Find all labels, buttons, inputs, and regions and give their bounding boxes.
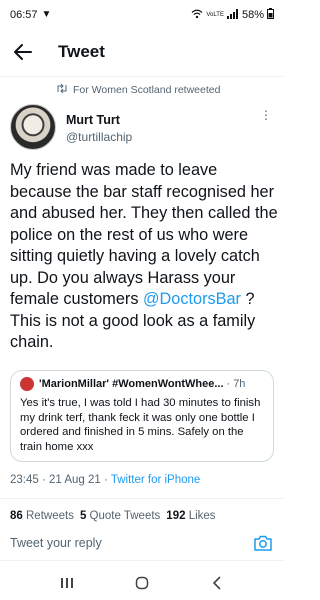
author-handle[interactable]: @turtillachip (66, 130, 132, 144)
camera-button[interactable] (252, 532, 274, 554)
battery-level: 58% (241, 9, 264, 21)
volte-label: VoLTE (206, 12, 224, 18)
more-options-icon[interactable]: ⋮ (260, 108, 272, 122)
back-button[interactable] (12, 41, 34, 63)
system-back-button[interactable] (205, 571, 229, 595)
quoted-avatar (20, 377, 34, 391)
retweets-count: 86 (10, 510, 23, 522)
quoted-time: 7h (233, 378, 246, 390)
quotes-stat[interactable]: 5 Quote Tweets (80, 510, 160, 522)
tweet-text-part1: My friend was made to leave because the … (10, 161, 278, 308)
tweet-meta: 23:45 · 21 Aug 21 · Twitter for iPhone (10, 474, 200, 486)
header-divider (0, 76, 284, 77)
arrow-left-icon (14, 44, 32, 60)
tweet-text: My friend was made to leave because the … (10, 160, 278, 354)
meta-divider (0, 498, 284, 499)
retweets-stat[interactable]: 86 Retweets (10, 510, 74, 522)
quoted-separator: · (226, 378, 231, 390)
author-display-name[interactable]: Murt Turt (66, 113, 132, 127)
page-title: Tweet (58, 42, 105, 61)
tweet-timestamp: 23:45 · 21 Aug 21 · (10, 474, 111, 486)
quotes-count: 5 (79, 510, 87, 522)
reply-input[interactable]: Tweet your reply (10, 536, 102, 550)
quoted-tweet[interactable]: 'MarionMillar' #WomenWontWhee... · 7h Ye… (10, 370, 274, 462)
reply-bar[interactable]: Tweet your reply (0, 528, 284, 558)
likes-count: 192 (166, 510, 186, 522)
status-bar: 06:57 ▼ VoLTE 58% (0, 0, 284, 30)
home-icon (135, 576, 149, 590)
tweet-stats: 86 Retweets 5 Quote Tweets 192 Likes (10, 510, 216, 522)
system-nav-bar (0, 566, 284, 600)
quoted-author-name: 'MarionMillar' #WomenWontWhee... (39, 378, 224, 390)
avatar[interactable] (10, 104, 56, 150)
retweet-icon (56, 83, 68, 96)
quoted-text: Yes it's true, I was told I had 30 minut… (20, 397, 261, 453)
retweet-label: For Women Scotland retweeted (73, 84, 221, 96)
mention-link[interactable]: @DoctorsBar (143, 290, 241, 308)
reply-divider (0, 560, 284, 561)
status-time: 06:57 (10, 9, 38, 21)
likes-label: Likes (188, 510, 216, 522)
battery-icon (267, 8, 274, 22)
quotes-label: Quote Tweets (89, 510, 161, 522)
home-button[interactable] (130, 571, 154, 595)
tweet-source-link[interactable]: Twitter for iPhone (111, 474, 200, 486)
tweet-header: Tweet (0, 30, 284, 74)
signal-icon (226, 8, 239, 22)
recent-apps-icon (61, 578, 74, 588)
tweet-author[interactable]: Murt Turt @turtillachip ⋮ (10, 104, 274, 152)
retweets-label: Retweets (26, 510, 74, 522)
camera-icon (254, 535, 272, 551)
likes-stat[interactable]: 192 Likes (166, 510, 215, 522)
notification-icon: ▼ (41, 9, 52, 20)
recent-apps-button[interactable] (55, 571, 79, 595)
chevron-left-icon (212, 576, 221, 590)
wifi-icon (191, 9, 203, 22)
retweet-context[interactable]: For Women Scotland retweeted (0, 82, 284, 98)
